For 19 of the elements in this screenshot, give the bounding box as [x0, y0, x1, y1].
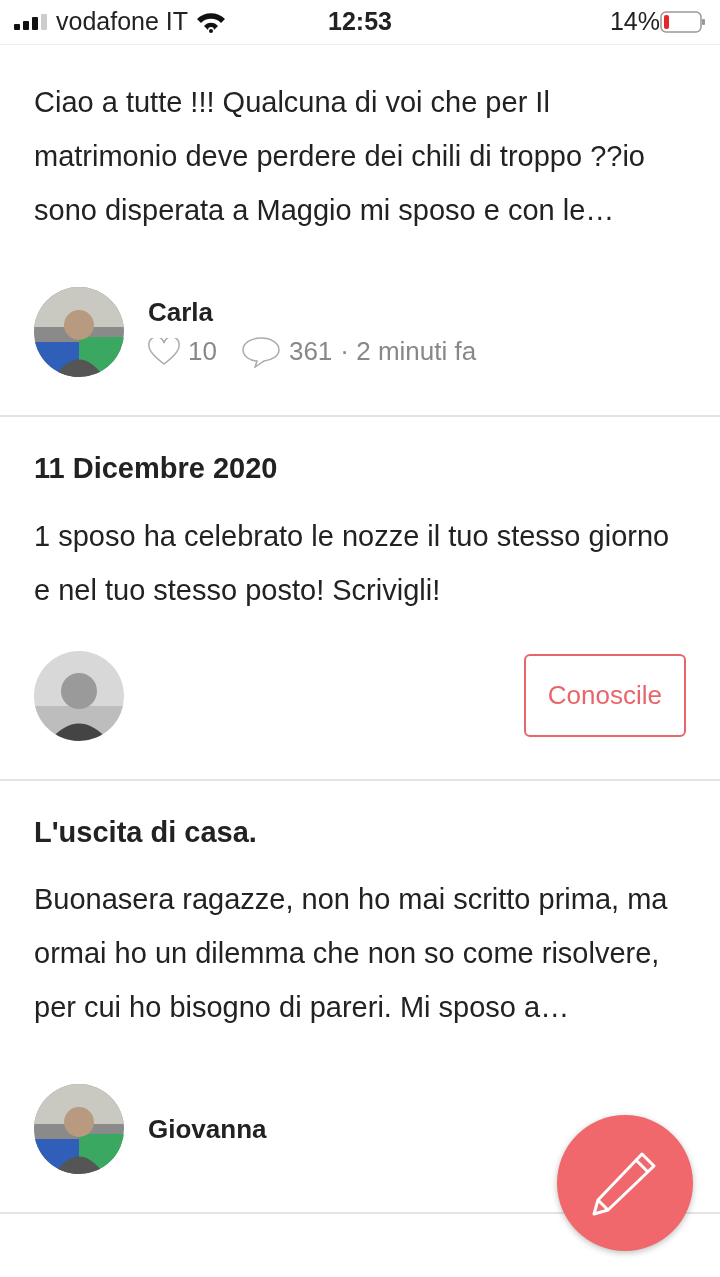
battery-percent: 14%: [609, 6, 660, 38]
post-text: Ciao a tutte !!! Qualcuna di voi che per Il matrimonio deve perdere dei chili di troppo ??io sono disperata a Maggio mi sposo e con le…: [34, 85, 646, 228]
clock: 12:53: [328, 6, 392, 38]
battery-icon: [660, 11, 706, 33]
heart-icon[interactable]: [148, 337, 180, 366]
post-text: 1 sposo ha celebrato le nozze il tuo stesso giorno e nel tuo stesso posto! Scrivigli!: [34, 518, 671, 608]
like-count: 10: [188, 335, 217, 368]
post-title: L'uscita di casa.: [34, 814, 258, 850]
wifi-icon: [196, 11, 227, 33]
signal-icon: [14, 14, 48, 30]
carrier-name: vodafone IT: [56, 6, 189, 38]
meet-button[interactable]: Conoscile: [523, 654, 686, 737]
post-title: 11 Dicembre 2020: [34, 451, 279, 486]
comment-count: 361: [288, 335, 333, 368]
author-name: Carla: [148, 296, 215, 329]
comment-icon[interactable]: [240, 335, 281, 368]
post-text: Buonasera ragazze, non ho mai scritto prima, ma ormai ho un dilemma che non so come risolvere, per cui ho bisogno di pareri. Mi sposo a…: [34, 882, 669, 1025]
author-name: Giovanna: [148, 1112, 267, 1146]
post-time: · 2 minuti fa: [340, 335, 477, 368]
